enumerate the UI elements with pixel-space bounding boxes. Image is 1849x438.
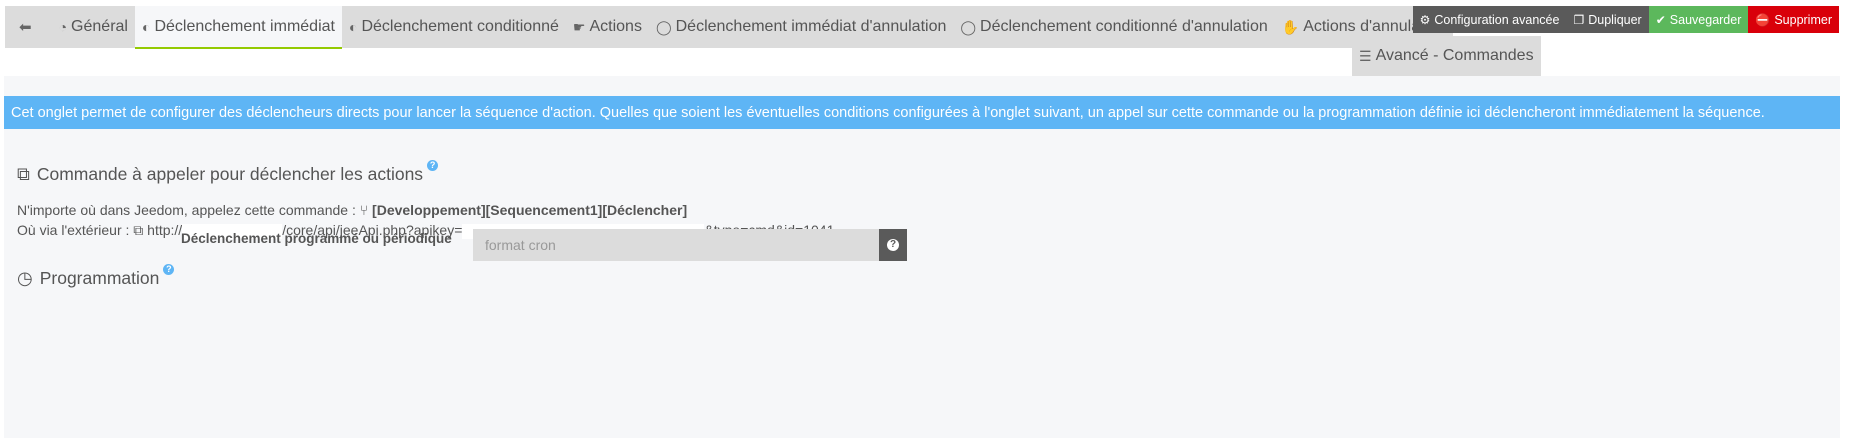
tab-actions[interactable]: ☛ Actions [566,6,649,48]
save-label: Sauvegarder [1669,12,1742,27]
save-button[interactable]: ✔ Sauvegarder [1648,6,1749,33]
minus-circle-icon: ⛔ [1755,12,1771,27]
tab-bar: ⬅ ◔ Général ◐ Déclenchement immédiat ◐ D… [5,6,1453,49]
question-circle-icon: ? [887,239,899,251]
toolbar: ⚙ Configuration avancée ❐ Dupliquer ✔ Sa… [1412,6,1839,33]
code-fork-icon: ⑂ [359,202,369,218]
tab-conditional-trigger-label: Déclenchement conditionné [361,18,559,35]
hand-stop-icon: ✋ [1281,18,1300,35]
tab-immediate-trigger[interactable]: ◐ Déclenchement immédiat [134,6,342,49]
list-icon: ☰ [1359,47,1372,64]
tab-immediate-trigger-label: Déclenchement immédiat [154,17,335,35]
back-tab[interactable]: ⬅ [5,6,52,48]
duplicate-label: Dupliquer [1588,12,1642,27]
tab-general[interactable]: ◔ Général [52,6,135,48]
external-link-icon: ⧉ [133,222,144,238]
question-circle-icon[interactable]: ? [163,264,175,275]
tab-conditional-cancel-trigger-label: Déclenchement conditionné d'annulation [980,18,1268,35]
dashboard-icon: ◔ [58,19,68,35]
toggle-on-icon: ◐ [348,19,358,35]
tab-immediate-cancel-trigger-label: Déclenchement immédiat d'annulation [675,18,947,35]
gears-icon: ⚙ [1419,12,1431,27]
copy-icon: ❐ [1573,12,1585,27]
tab-general-label: Général [71,18,128,35]
toggle-off-icon: ◯ [655,18,672,35]
toggle-on-icon: ◐ [141,18,151,35]
question-circle-icon[interactable]: ? [427,160,439,171]
check-circle-icon: ✔ [1655,12,1666,27]
tab-immediate-cancel-trigger[interactable]: ◯ Déclenchement immédiat d'annulation [649,6,953,48]
programming-section-title-text: Programmation [39,268,160,288]
toggle-off-icon: ◯ [960,18,977,35]
anywhere-text: N'importe où dans Jeedom, appelez cette … [17,202,356,218]
advanced-config-button[interactable]: ⚙ Configuration avancée [1412,6,1567,33]
clock-icon: ◷ [17,268,33,288]
programming-section-title: ◷ Programmation ? [17,264,175,289]
tab-actions-label: Actions [589,18,642,35]
cron-help-button[interactable]: ? [879,229,907,261]
tab-conditional-cancel-trigger[interactable]: ◯ Déclenchement conditionné d'annulation [953,6,1274,48]
info-banner: Cet onglet permet de configurer des décl… [4,96,1840,129]
hand-point-right-icon: ☛ [572,18,586,35]
command-section-title-text: Commande à appeler pour déclencher les a… [36,164,424,184]
external-link-icon: ⧉ [17,164,30,184]
tab-content: Cet onglet permet de configurer des décl… [4,76,1840,438]
tab-advanced-commands-label: Avancé - Commandes [1375,47,1534,64]
tab-conditional-trigger[interactable]: ◐ Déclenchement conditionné [342,6,566,48]
delete-label: Supprimer [1774,12,1832,27]
internal-command-line: N'importe où dans Jeedom, appelez cette … [17,202,687,218]
duplicate-button[interactable]: ❐ Dupliquer [1566,6,1649,33]
command-name: [Developpement][Sequencement1][Déclenche… [372,202,688,218]
arrow-circle-left-icon: ⬅ [19,19,32,36]
advanced-config-label: Configuration avancée [1434,12,1560,27]
tab-advanced-commands[interactable]: ☰ Avancé - Commandes [1352,36,1541,76]
url-prefix: http:// [147,222,183,238]
command-section-title: ⧉ Commande à appeler pour déclencher les… [17,160,439,185]
tab-bar-second-row: ☰ Avancé - Commandes [1352,36,1541,76]
cron-label: Déclenchement programmé ou périodique [181,231,452,246]
external-text: Où via l'extérieur : [17,222,130,238]
cron-input[interactable] [473,229,879,261]
delete-button[interactable]: ⛔ Supprimer [1748,6,1839,33]
